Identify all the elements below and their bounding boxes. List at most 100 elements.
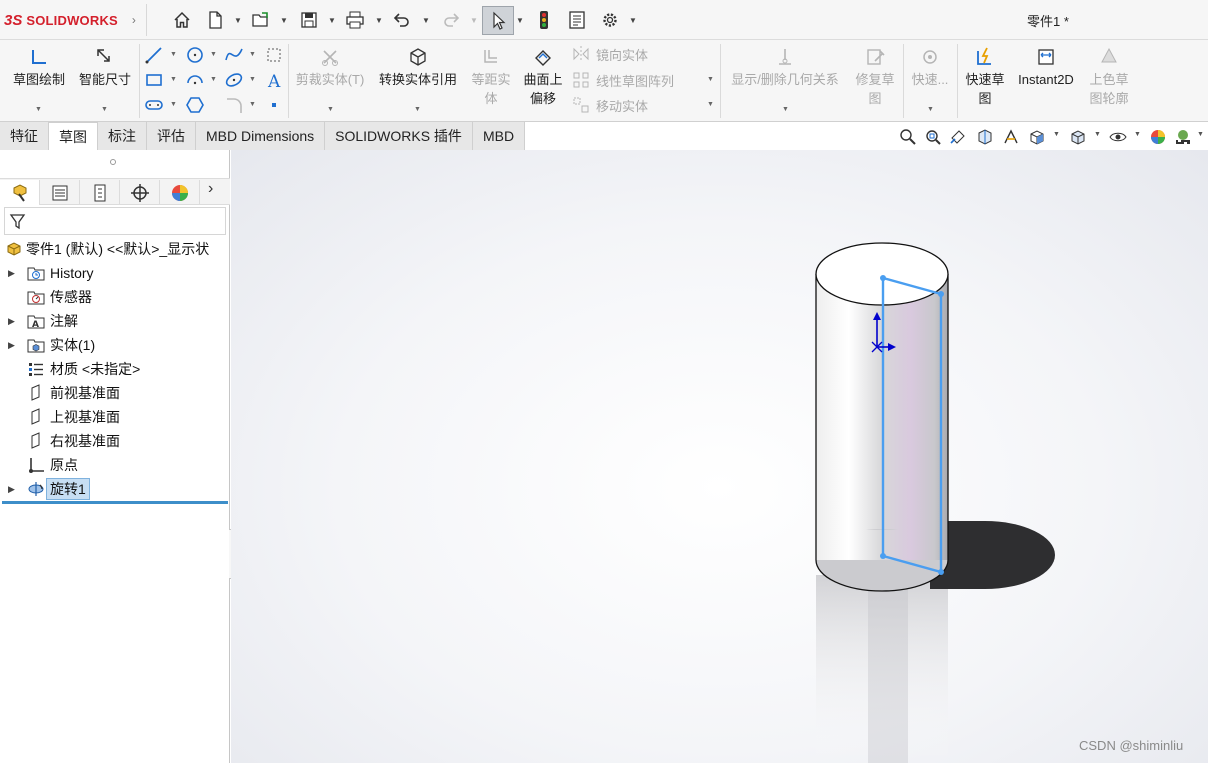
- expand-arrow-icon[interactable]: ▶: [8, 268, 15, 279]
- panel-tabs-next-icon[interactable]: ›: [208, 180, 213, 198]
- repair-sketch-button[interactable]: 修复草 图: [851, 42, 899, 108]
- rapid-sketch-button[interactable]: 快速草 图: [960, 42, 1010, 108]
- point-icon[interactable]: [262, 94, 286, 116]
- zoom-to-area-icon[interactable]: [923, 127, 943, 147]
- tree-item-right-plane[interactable]: 右视基准面: [0, 430, 230, 452]
- new-file-dropdown-icon[interactable]: ▼: [233, 12, 243, 28]
- view-orientation-icon[interactable]: [1027, 127, 1047, 147]
- quick-snaps-button[interactable]: 快速...: [906, 42, 954, 89]
- tree-item-revolve1[interactable]: ▶ 旋转1: [0, 478, 230, 500]
- sketch-point[interactable]: [880, 553, 886, 559]
- circle-dropdown-icon[interactable]: ▼: [210, 51, 217, 58]
- expand-arrow-icon[interactable]: ▶: [8, 484, 15, 495]
- hide-show-items-icon[interactable]: [1108, 127, 1128, 147]
- linear-pattern-dropdown-icon[interactable]: ▼: [707, 76, 714, 83]
- print-dropdown-icon[interactable]: ▼: [374, 12, 384, 28]
- feature-tree-filter[interactable]: [4, 207, 226, 235]
- tree-item-material[interactable]: 材质 <未指定>: [0, 358, 230, 380]
- smart-dimension-button[interactable]: 智能尺寸: [74, 42, 136, 89]
- sketch-point[interactable]: [938, 569, 944, 575]
- options-gear-icon[interactable]: [598, 8, 622, 32]
- slot-dropdown-icon[interactable]: ▼: [170, 101, 177, 108]
- hide-show-dropdown-icon[interactable]: ▼: [1134, 131, 1141, 138]
- edit-appearance-icon[interactable]: [1148, 127, 1168, 147]
- open-file-dropdown-icon[interactable]: ▼: [279, 12, 289, 28]
- redo-dropdown-icon[interactable]: ▼: [469, 12, 479, 28]
- tab-evaluate[interactable]: 评估: [147, 122, 196, 150]
- tab-mbd-dimensions[interactable]: MBD Dimensions: [196, 122, 326, 150]
- select-dropdown-icon[interactable]: ▼: [515, 12, 525, 28]
- ellipse-dropdown-icon[interactable]: ▼: [249, 76, 256, 83]
- tree-item-origin[interactable]: 原点: [0, 454, 230, 476]
- circle-icon[interactable]: [183, 44, 207, 66]
- arc-icon[interactable]: [183, 69, 207, 91]
- configuration-manager-tab[interactable]: [80, 180, 120, 205]
- offset-entities-button[interactable]: 等距实 体: [466, 42, 516, 108]
- mirror-entities-button[interactable]: 镜向实体: [572, 43, 648, 65]
- trim-entities-button[interactable]: 剪裁实体(T): [292, 42, 368, 89]
- instant2d-button[interactable]: Instant2D: [1012, 42, 1080, 89]
- new-file-icon[interactable]: [203, 8, 227, 32]
- zoom-to-fit-icon[interactable]: [898, 127, 918, 147]
- tab-features[interactable]: 特征: [0, 122, 49, 150]
- linear-pattern-button[interactable]: 线性草图阵列: [572, 69, 674, 91]
- save-dropdown-icon[interactable]: ▼: [327, 12, 337, 28]
- ellipse-icon[interactable]: [222, 69, 246, 91]
- panel-resize-grip[interactable]: [110, 159, 116, 165]
- rebuild-traffic-light-icon[interactable]: [532, 8, 556, 32]
- tab-solidworks-addins[interactable]: SOLIDWORKS 插件: [325, 122, 473, 150]
- solidworks-logo[interactable]: 3S SOLIDWORKS ›: [4, 9, 136, 31]
- quick-snaps-dropdown-icon[interactable]: ▼: [927, 106, 934, 113]
- tree-item-top-plane[interactable]: 上视基准面: [0, 406, 230, 428]
- menu-expand-icon[interactable]: ›: [132, 13, 136, 27]
- rectangle-icon[interactable]: [142, 69, 166, 91]
- fillet-icon[interactable]: [222, 94, 246, 116]
- trim-dropdown-icon[interactable]: ▼: [327, 106, 334, 113]
- view-orientation-dropdown-icon[interactable]: ▼: [1053, 131, 1060, 138]
- tree-item-solid-bodies[interactable]: ▶ 实体(1): [0, 334, 230, 356]
- sketch-point[interactable]: [938, 291, 944, 297]
- select-cursor-icon[interactable]: [482, 6, 514, 35]
- graphics-area[interactable]: [231, 150, 1208, 763]
- redo-icon[interactable]: [439, 8, 463, 32]
- offset-on-surface-button[interactable]: 曲面上 偏移: [518, 42, 568, 108]
- tab-mbd[interactable]: MBD: [472, 122, 526, 150]
- dimxpert-manager-tab[interactable]: [120, 180, 160, 205]
- convert-dropdown-icon[interactable]: ▼: [414, 106, 421, 113]
- arc-dropdown-icon[interactable]: ▼: [210, 76, 217, 83]
- move-entities-button[interactable]: 移动实体: [572, 94, 648, 116]
- display-style-dropdown-icon[interactable]: ▼: [1094, 131, 1101, 138]
- line-icon[interactable]: [142, 44, 166, 66]
- relations-dropdown-icon[interactable]: ▼: [782, 106, 789, 113]
- feature-manager-tab[interactable]: [0, 180, 40, 205]
- tab-sketch[interactable]: 草图: [49, 122, 98, 150]
- tree-item-sensors[interactable]: 传感器: [0, 286, 230, 308]
- sketch-dropdown-icon[interactable]: ▼: [35, 106, 42, 113]
- expand-arrow-icon[interactable]: ▶: [8, 316, 15, 327]
- expand-arrow-icon[interactable]: ▶: [8, 340, 15, 351]
- rollback-bar[interactable]: [2, 501, 228, 504]
- property-manager-tab[interactable]: [40, 180, 80, 205]
- rectangle-dropdown-icon[interactable]: ▼: [170, 76, 177, 83]
- text-icon[interactable]: A: [262, 69, 286, 91]
- spline-icon[interactable]: [222, 44, 246, 66]
- sketch-point[interactable]: [880, 275, 886, 281]
- options-dropdown-icon[interactable]: ▼: [628, 12, 638, 28]
- save-icon[interactable]: [297, 8, 321, 32]
- apply-scene-icon[interactable]: [1173, 127, 1193, 147]
- line-dropdown-icon[interactable]: ▼: [170, 51, 177, 58]
- undo-dropdown-icon[interactable]: ▼: [421, 12, 431, 28]
- model-view[interactable]: [231, 150, 1208, 763]
- construction-box-icon[interactable]: [262, 44, 286, 66]
- tree-item-front-plane[interactable]: 前视基准面: [0, 382, 230, 404]
- polygon-icon[interactable]: [183, 94, 207, 116]
- tab-markup[interactable]: 标注: [98, 122, 147, 150]
- sketch-button[interactable]: 草图绘制: [6, 42, 72, 89]
- spline-dropdown-icon[interactable]: ▼: [249, 51, 256, 58]
- home-icon[interactable]: [170, 8, 194, 32]
- tree-item-history[interactable]: ▶ History: [0, 262, 230, 284]
- undo-icon[interactable]: [390, 8, 414, 32]
- dynamic-annotation-view-icon[interactable]: [1001, 127, 1021, 147]
- open-file-icon[interactable]: [249, 8, 273, 32]
- display-delete-relations-button[interactable]: 显示/删除几何关系: [722, 42, 848, 89]
